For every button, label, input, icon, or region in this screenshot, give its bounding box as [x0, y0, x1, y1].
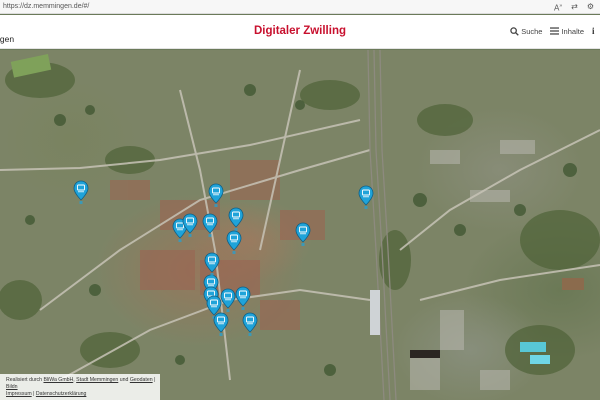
info-button[interactable]: i	[592, 26, 600, 36]
attribution-link-geodaten[interactable]: Geodaten	[130, 377, 153, 383]
contents-label: Inhalte	[561, 26, 584, 36]
app-header: igen Digitaler Zwilling Suche Inhalte i	[0, 15, 600, 49]
menu-icon	[550, 27, 560, 35]
search-button[interactable]: Suche	[510, 27, 542, 36]
aerial-map[interactable]: Realisiert durch BliWa GmbH, Stadt Memmi…	[0, 50, 600, 400]
browser-toolbar-icons: A» ⇄ ⚙	[554, 2, 594, 13]
attribution-sep: |	[152, 377, 156, 383]
poi-marker[interactable]	[213, 312, 229, 338]
poi-marker[interactable]	[358, 185, 374, 211]
poi-marker[interactable]	[242, 312, 258, 338]
url-text[interactable]: https://dz.memmingen.de/#/	[3, 3, 89, 10]
map-attribution: Realisiert durch BliWa GmbH, Stadt Memmi…	[0, 374, 160, 400]
browser-address-bar[interactable]: https://dz.memmingen.de/#/ A» ⇄ ⚙	[0, 0, 600, 14]
attribution-link-bliwa[interactable]: BliWa GmbH	[43, 377, 73, 383]
search-label: Suche	[521, 26, 543, 36]
read-aloud-icon[interactable]: A»	[554, 2, 562, 13]
translate-icon[interactable]: ⇄	[571, 2, 578, 13]
attribution-prefix: Realisiert durch	[6, 377, 44, 383]
poi-marker[interactable]	[182, 213, 198, 239]
poi-marker[interactable]	[204, 252, 220, 278]
poi-marker[interactable]	[73, 180, 89, 206]
poi-marker[interactable]	[202, 213, 218, 239]
attribution-link-impressum[interactable]: Impressum	[6, 391, 32, 397]
poi-marker[interactable]	[235, 286, 251, 312]
poi-marker[interactable]	[226, 230, 242, 256]
settings-icon[interactable]: ⚙	[587, 2, 594, 13]
attribution-link-datenschutz[interactable]: Datenschutzerklärung	[36, 391, 86, 397]
search-icon	[510, 26, 519, 36]
poi-marker[interactable]	[220, 288, 236, 314]
poi-marker[interactable]	[208, 183, 224, 209]
attribution-link-stadt[interactable]: Stadt Memmingen	[76, 377, 118, 383]
attribution-link-bildnachweis[interactable]: Bildn	[6, 384, 18, 390]
contents-button[interactable]: Inhalte	[550, 27, 584, 36]
attribution-sep: und	[118, 377, 130, 383]
header-actions: Suche Inhalte i	[510, 26, 600, 36]
poi-marker[interactable]	[295, 222, 311, 248]
